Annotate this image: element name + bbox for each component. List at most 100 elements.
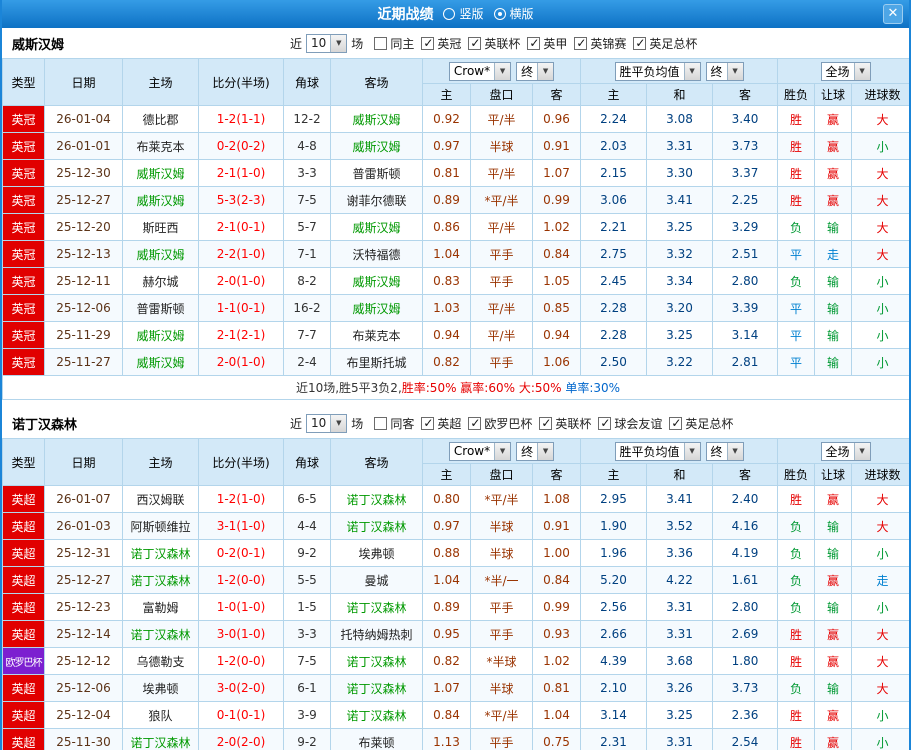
filter-checkbox[interactable]: 欧罗巴杯 (468, 415, 532, 432)
result-handicap: 输 (814, 267, 853, 295)
euro-away-odds: 1.61 (712, 566, 779, 594)
result-wdl: 平 (777, 294, 816, 322)
water-home: 1.04 (422, 240, 471, 268)
radio-icon[interactable] (443, 7, 456, 20)
layout-radio[interactable]: 竖版 (443, 5, 484, 22)
checkbox-icon[interactable] (633, 36, 647, 50)
result-handicap: 赢 (814, 620, 853, 648)
score: 3-0(1-0) (198, 620, 284, 648)
league-badge: 英超 (2, 512, 45, 540)
match-date: 25-12-11 (44, 267, 123, 295)
match-row: 英冠 26-01-04 德比郡 1-2(1-1) 12-2 威斯汉姆 0.92 … (2, 105, 909, 133)
filter-checkbox[interactable]: 英联杯 (539, 415, 591, 432)
home-team: 赫尔城 (122, 267, 199, 295)
filter-checkbox[interactable]: 英冠 (421, 35, 461, 52)
handicap: 平手 (470, 620, 533, 648)
result-wdl: 胜 (777, 186, 816, 214)
final-mean-select[interactable]: 终 (705, 441, 744, 461)
corners: 4-8 (283, 132, 331, 160)
odds-company-select[interactable]: Crow* (448, 61, 512, 81)
final-mean-select[interactable]: 终 (705, 61, 744, 81)
home-team: 诺丁汉森林 (122, 566, 199, 594)
league-badge: 英超 (2, 674, 45, 702)
filter-checkbox[interactable]: 球会友谊 (598, 415, 662, 432)
away-team: 诺丁汉森林 (330, 701, 423, 729)
league-filter-group: 同主 英冠 英联杯 英甲 英锦赛 英足总杯 (367, 35, 697, 52)
mean-odds-select[interactable]: 胜平负均值 (614, 61, 701, 81)
result-wdl: 胜 (777, 105, 816, 133)
checkbox-icon[interactable] (468, 36, 482, 50)
odds-company-select[interactable]: Crow* (448, 441, 512, 461)
filter-checkbox[interactable]: 英足总杯 (633, 35, 697, 52)
water-home: 0.92 (422, 105, 471, 133)
league-filter-group: 同客 英超 欧罗巴杯 英联杯 球会友谊 英足总杯 (367, 415, 733, 432)
match-date: 26-01-04 (44, 105, 123, 133)
match-date: 25-12-04 (44, 701, 123, 729)
layout-radio[interactable]: 横版 (493, 5, 534, 22)
radio-icon[interactable] (493, 7, 506, 20)
away-team: 威斯汉姆 (330, 105, 423, 133)
result-wdl: 胜 (777, 485, 816, 513)
checkbox-icon[interactable] (669, 416, 683, 430)
league-badge: 英超 (2, 566, 45, 594)
checkbox-icon[interactable] (374, 36, 388, 50)
filter-checkbox[interactable]: 英超 (421, 415, 461, 432)
match-count-select[interactable]: 10 (306, 413, 348, 433)
euro-home-odds: 2.31 (580, 728, 648, 750)
checkbox-label: 同客 (390, 416, 415, 431)
corners: 6-5 (283, 485, 331, 513)
checkbox-icon[interactable] (421, 416, 435, 430)
recent-results-panel: 近期战绩 竖版 横版 ✕ 威斯汉姆 近 10 场 同主 英冠 英联杯 英甲 英锦… (0, 0, 911, 750)
checkbox-icon[interactable] (374, 416, 388, 430)
col-handicap: 盘口 (470, 463, 533, 486)
match-date: 26-01-03 (44, 512, 123, 540)
col-away: 客场 (330, 438, 423, 486)
euro-away-odds: 2.80 (712, 267, 779, 295)
scope-select[interactable]: 全场 (820, 441, 871, 461)
match-date: 25-12-23 (44, 593, 123, 621)
checkbox-label: 欧罗巴杯 (484, 416, 533, 431)
close-button[interactable]: ✕ (883, 4, 903, 24)
score: 3-0(2-0) (198, 674, 284, 702)
final-odds-select[interactable]: 终 (516, 61, 555, 81)
col-result-handicap: 让球 (814, 83, 853, 106)
final-odds-select[interactable]: 终 (516, 441, 555, 461)
result-wdl: 负 (777, 593, 816, 621)
filter-checkbox[interactable]: 同客 (374, 415, 414, 432)
filter-checkbox[interactable]: 英联杯 (468, 35, 520, 52)
mean-odds-select[interactable]: 胜平负均值 (614, 441, 701, 461)
euro-away-odds: 3.73 (712, 674, 779, 702)
chevron-down-icon (853, 442, 870, 460)
col-water-home: 主 (422, 463, 471, 486)
euro-away-odds: 2.36 (712, 701, 779, 729)
checkbox-icon[interactable] (539, 416, 553, 430)
score: 0-1(0-1) (198, 701, 284, 729)
home-team: 富勒姆 (122, 593, 199, 621)
col-home: 主场 (122, 438, 199, 486)
euro-home-odds: 2.56 (580, 593, 648, 621)
water-away: 1.08 (531, 485, 582, 513)
water-away: 1.02 (531, 213, 582, 241)
handicap: *平/半 (470, 186, 533, 214)
checkbox-icon[interactable] (598, 416, 612, 430)
filter-checkbox[interactable]: 英足总杯 (669, 415, 733, 432)
checkbox-icon[interactable] (468, 416, 482, 430)
corners: 7-5 (283, 186, 331, 214)
home-team: 德比郡 (122, 105, 199, 133)
water-home: 0.82 (422, 348, 471, 376)
match-row: 英冠 25-12-11 赫尔城 2-0(1-0) 8-2 威斯汉姆 0.83 平… (2, 267, 909, 295)
filter-checkbox[interactable]: 英甲 (527, 35, 567, 52)
checkbox-icon[interactable] (421, 36, 435, 50)
match-count-select[interactable]: 10 (306, 33, 348, 53)
euro-home-odds: 2.24 (580, 105, 648, 133)
col-result-goals: 进球数 (851, 83, 909, 106)
result-handicap: 输 (814, 348, 853, 376)
filter-checkbox[interactable]: 英锦赛 (574, 35, 626, 52)
col-corners: 角球 (283, 438, 331, 486)
checkbox-icon[interactable] (574, 36, 588, 50)
corners: 3-3 (283, 620, 331, 648)
filter-checkbox[interactable]: 同主 (374, 35, 414, 52)
checkbox-icon[interactable] (527, 36, 541, 50)
scope-select[interactable]: 全场 (820, 61, 871, 81)
match-date: 26-01-07 (44, 485, 123, 513)
